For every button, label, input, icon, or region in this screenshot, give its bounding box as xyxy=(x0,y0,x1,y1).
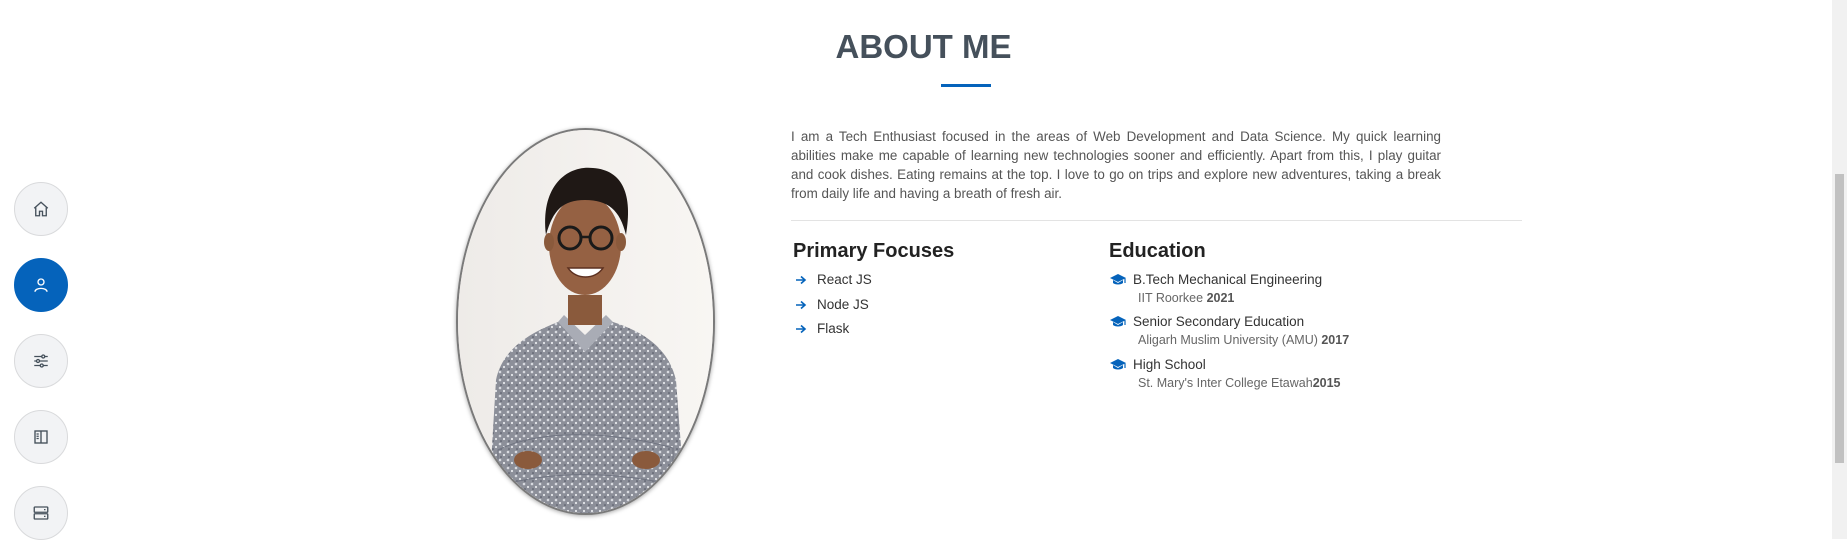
profile-photo xyxy=(456,128,715,515)
focus-item: React JS xyxy=(795,272,872,287)
education-school: Aligarh Muslim University (AMU) xyxy=(1138,333,1322,347)
education-year: 2015 xyxy=(1312,376,1341,390)
education-degree: Senior Secondary Education xyxy=(1133,314,1305,329)
education-school: St. Mary's Inter College Etawah xyxy=(1138,376,1313,390)
graduation-cap-icon xyxy=(1110,315,1126,326)
about-bio: I am a Tech Enthusiast focused in the ar… xyxy=(791,129,1441,201)
focus-item: Node JS xyxy=(795,297,869,312)
sliders-icon xyxy=(34,354,48,368)
nav-home-button[interactable] xyxy=(14,182,68,236)
education-item: High School St. Mary's Inter College Eta… xyxy=(1109,357,1341,390)
person-icon xyxy=(34,278,48,292)
home-icon xyxy=(33,201,49,217)
nav-about-button[interactable] xyxy=(14,258,68,312)
arrow-right-icon xyxy=(796,300,807,309)
education-degree: B.Tech Mechanical Engineering xyxy=(1133,272,1323,287)
education-year: 2017 xyxy=(1321,333,1350,347)
education-school: IIT Roorkee xyxy=(1138,291,1207,305)
focuses-title: Primary Focuses xyxy=(793,240,955,262)
focus-item: Flask xyxy=(795,321,849,336)
arrow-right-icon xyxy=(796,324,807,333)
education-title: Education xyxy=(1109,240,1206,262)
graduation-cap-icon xyxy=(1110,273,1126,284)
title-underline xyxy=(941,84,991,87)
scrollbar[interactable] xyxy=(1832,0,1847,539)
focus-label: Node JS xyxy=(817,297,869,312)
nav-services-button[interactable] xyxy=(14,486,68,540)
graduation-cap-icon xyxy=(1110,358,1126,369)
focus-label: Flask xyxy=(817,321,850,336)
education-item: B.Tech Mechanical Engineering IIT Roorke… xyxy=(1109,272,1322,305)
focus-label: React JS xyxy=(817,272,872,287)
divider xyxy=(791,220,1522,221)
education-item: Senior Secondary Education Aligarh Musli… xyxy=(1109,314,1349,347)
book-icon xyxy=(34,430,48,444)
arrow-right-icon xyxy=(796,275,807,284)
education-degree: High School xyxy=(1133,357,1206,372)
education-year: 2021 xyxy=(1206,291,1235,305)
nav-resume-button[interactable] xyxy=(14,410,68,464)
section-title: ABOUT ME xyxy=(835,28,1012,65)
nav-skills-button[interactable] xyxy=(14,334,68,388)
scrollbar-thumb[interactable] xyxy=(1835,174,1844,463)
server-icon xyxy=(33,506,49,520)
